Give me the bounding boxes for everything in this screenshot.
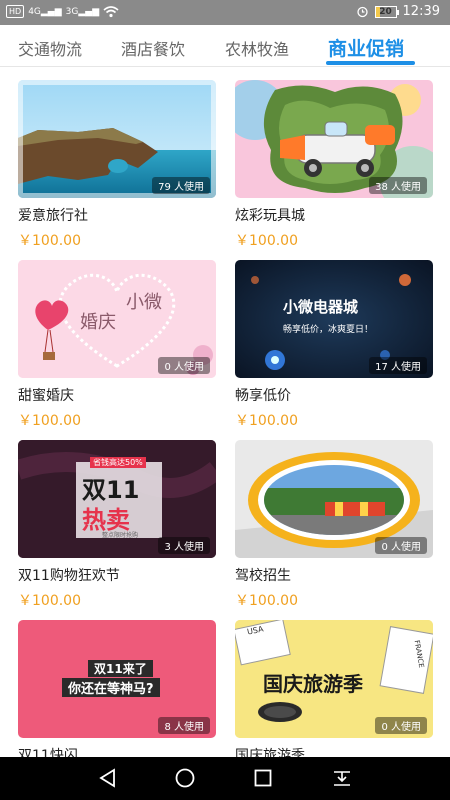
card-price: ￥100.00 xyxy=(235,593,298,609)
recents-icon[interactable] xyxy=(251,766,275,790)
card-title: 双11购物狂欢节 xyxy=(18,568,120,584)
card-thumbnail[interactable]: 38 人使用 xyxy=(235,80,433,198)
signal-3g-icon: 3G▂▄▆ xyxy=(65,6,100,17)
back-icon[interactable] xyxy=(96,766,120,790)
notifications-icon[interactable] xyxy=(330,766,354,790)
card-title: 双11快闪 xyxy=(18,748,78,757)
signal-4g-icon: 4G▂▄▆ xyxy=(28,6,62,17)
overlay-text: 国庆旅游季 xyxy=(263,672,363,696)
overlay-text: 小微 xyxy=(126,292,162,313)
tab-hotel-catering[interactable]: 酒店餐饮 xyxy=(121,36,185,60)
card-thumbnail[interactable]: 79 人使用 xyxy=(18,80,216,198)
category-tabs: 交通物流 酒店餐饮 农林牧渔 商业促销 xyxy=(0,25,450,67)
battery-icon: 20 xyxy=(374,5,399,18)
home-icon[interactable] xyxy=(173,766,197,790)
card-price: ￥100.00 xyxy=(235,413,298,429)
tab-traffic-logistics[interactable]: 交通物流 xyxy=(18,36,82,60)
card-thumbnail[interactable]: 双11来了 你还在等神马? 8 人使用 xyxy=(18,620,216,738)
tab-indicator xyxy=(326,61,415,65)
card-title: 甜蜜婚庆 xyxy=(18,388,74,404)
overlay-text: 小微电器城 xyxy=(283,298,359,316)
card-price: ￥100.00 xyxy=(18,413,81,429)
usage-count: 79 人使用 xyxy=(152,177,210,194)
tab-business-promotion[interactable]: 商业促销 xyxy=(328,34,404,61)
card-title: 国庆旅游季 xyxy=(235,748,305,757)
card-title: 畅享低价 xyxy=(235,388,291,404)
overlay-text: 畅享低价，冰爽夏日！ xyxy=(283,325,374,335)
tab-agriculture[interactable]: 农林牧渔 xyxy=(225,36,289,60)
status-bar: HD 4G▂▄▆ 3G▂▄▆ 20 12:39 xyxy=(0,0,450,25)
card-thumbnail[interactable]: 0 人使用 xyxy=(235,440,433,558)
usage-count: 0 人使用 xyxy=(375,537,427,554)
card-title: 爱意旅行社 xyxy=(18,208,88,224)
usage-count: 0 人使用 xyxy=(158,357,210,374)
card-title: 驾校招生 xyxy=(235,568,291,584)
alarm-icon xyxy=(356,6,368,18)
overlay-text: 婚庆 xyxy=(80,312,116,333)
card-thumbnail[interactable]: 小微电器城 畅享低价，冰爽夏日！ 17 人使用 xyxy=(235,260,433,378)
card-thumbnail[interactable]: 小微 婚庆 0 人使用 xyxy=(18,260,216,378)
card-price: ￥100.00 xyxy=(18,233,81,249)
overlay-text: 你还在等神马? xyxy=(62,678,160,697)
card-price: ￥100.00 xyxy=(235,233,298,249)
usage-count: 17 人使用 xyxy=(369,357,427,374)
card-thumbnail[interactable]: USA FRANCE 国庆旅游季 0 人使用 xyxy=(235,620,433,738)
status-left: HD 4G▂▄▆ 3G▂▄▆ xyxy=(6,5,119,18)
overlay-text: 整点限时抢购 xyxy=(102,532,139,539)
card-price: ￥100.00 xyxy=(18,593,81,609)
hd-badge: HD xyxy=(6,5,25,18)
status-right: 20 12:39 xyxy=(356,4,440,19)
overlay-text: 省钱高达50% xyxy=(90,457,146,468)
template-grid: 79 人使用 爱意旅行社 ￥100.00 38 人使用 炫彩玩具城 ￥100.0… xyxy=(0,67,450,757)
system-nav-bar xyxy=(0,757,450,800)
usage-count: 0 人使用 xyxy=(375,717,427,734)
overlay-text: 双11来了 xyxy=(88,660,153,677)
wifi-icon xyxy=(103,5,119,17)
usage-count: 3 人使用 xyxy=(158,537,210,554)
usage-count: 8 人使用 xyxy=(158,717,210,734)
clock: 12:39 xyxy=(402,4,440,19)
card-thumbnail[interactable]: 省钱高达50% 双11 热卖 整点限时抢购 3 人使用 xyxy=(18,440,216,558)
usage-count: 38 人使用 xyxy=(369,177,427,194)
card-title: 炫彩玩具城 xyxy=(235,208,305,224)
